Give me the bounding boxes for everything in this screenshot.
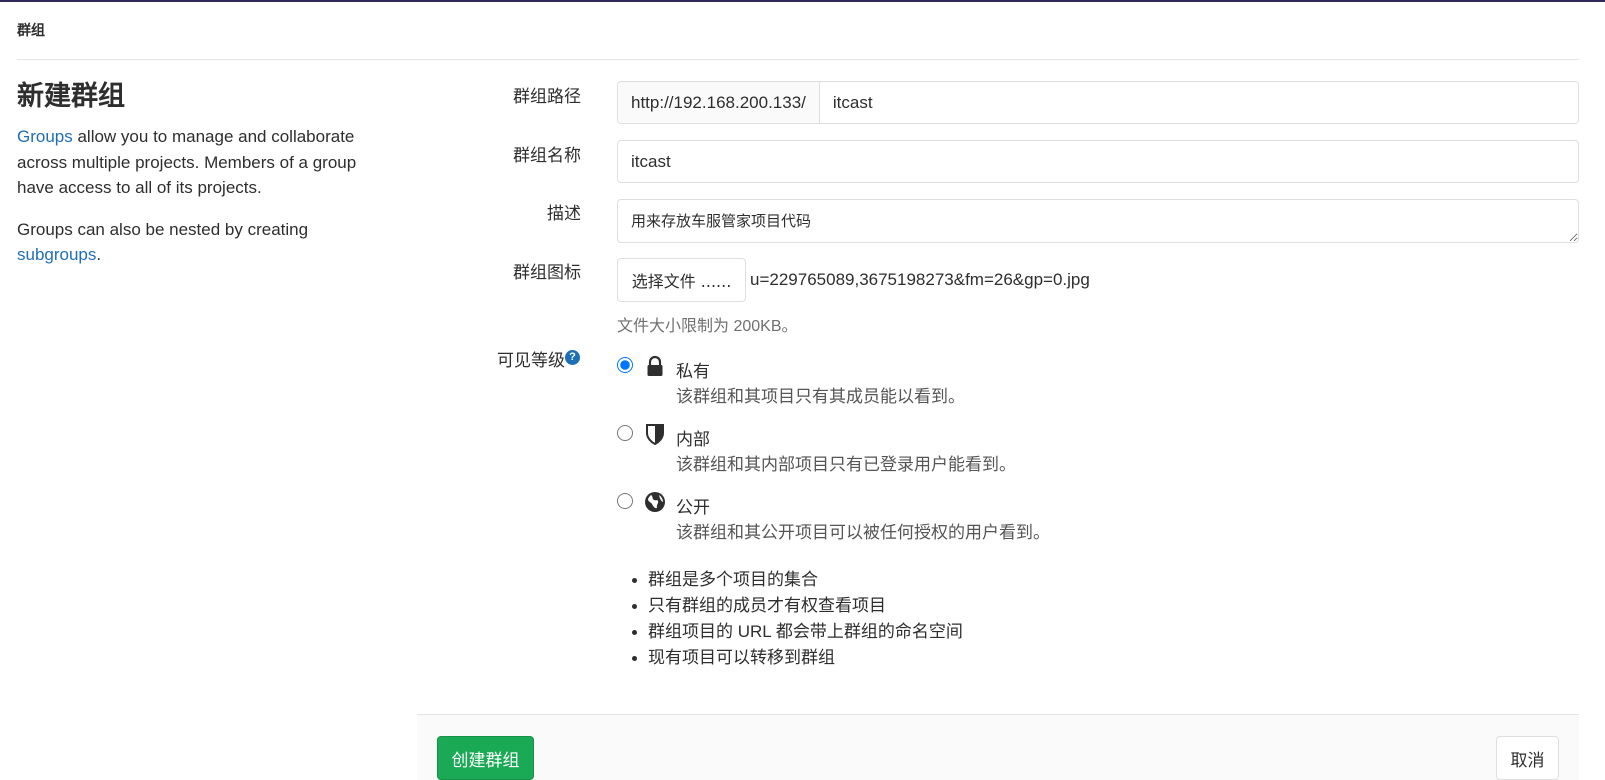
group-path-label: 群组路径: [513, 87, 581, 106]
subgroups-link[interactable]: subgroups: [17, 245, 96, 264]
group-name-label: 群组名称: [513, 146, 581, 165]
visibility-title-private: 私有: [676, 362, 710, 381]
avatar-size-hint: 文件大小限制为 200KB。: [617, 318, 798, 335]
list-item: 群组是多个项目的集合: [632, 567, 963, 593]
visibility-desc-internal: 该群组和其内部项目只有已登录用户能看到。: [676, 455, 1016, 474]
globe-icon: [645, 492, 665, 512]
header-divider: [17, 59, 1579, 60]
list-item: 只有群组的成员才有权查看项目: [632, 593, 963, 619]
visibility-option-internal[interactable]: 内部 该群组和其内部项目只有已登录用户能看到。: [617, 423, 1317, 483]
group-path-input[interactable]: [819, 82, 1578, 123]
help-icon[interactable]: ?: [565, 350, 580, 365]
visibility-label: 可见等级: [497, 351, 565, 370]
groups-link[interactable]: Groups: [17, 127, 73, 146]
description-label: 描述: [547, 204, 581, 223]
nesting-paragraph: Groups can also be nested by creating su…: [17, 217, 377, 268]
group-name-input[interactable]: [617, 140, 1579, 183]
visibility-radio-internal[interactable]: [617, 425, 633, 441]
shield-icon: [646, 424, 664, 445]
visibility-option-public[interactable]: 公开 该群组和其公开项目可以被任何授权的用户看到。: [617, 491, 1317, 551]
list-item: 现有项目可以转移到群组: [632, 645, 963, 671]
nesting-period: .: [96, 245, 102, 264]
nesting-text: Groups can also be nested by creating: [17, 219, 309, 239]
lock-icon: [647, 355, 663, 376]
visibility-desc-private: 该群组和其项目只有其成员能以看到。: [676, 387, 965, 406]
group-path-prefix: http://192.168.200.133/: [618, 82, 820, 123]
group-info-list: 群组是多个项目的集合 只有群组的成员才有权查看项目 群组项目的 URL 都会带上…: [632, 567, 963, 671]
choose-file-button[interactable]: 选择文件 ......: [617, 258, 746, 302]
visibility-desc-public: 该群组和其公开项目可以被任何授权的用户看到。: [676, 523, 1050, 542]
top-border: [0, 0, 1605, 2]
visibility-option-private[interactable]: 私有 该群组和其项目只有其成员能以看到。: [617, 355, 1317, 415]
list-item: 群组项目的 URL 都会带上群组的命名空间: [632, 619, 963, 645]
page-title: 新建群组: [17, 81, 125, 111]
visibility-title-public: 公开: [676, 498, 710, 517]
description-textarea[interactable]: 用来存放车服管家项目代码: [617, 199, 1579, 243]
visibility-radio-public[interactable]: [617, 493, 633, 509]
group-path-field: http://192.168.200.133/: [617, 81, 1579, 124]
intro-panel: 新建群组 Groups allow you to manage and coll…: [17, 78, 377, 284]
visibility-title-internal: 内部: [676, 430, 710, 449]
group-avatar-label: 群组图标: [513, 263, 581, 282]
avatar-filename: u=229765089,3675198273&fm=26&gp=0.jpg: [750, 270, 1090, 289]
visibility-radio-private[interactable]: [617, 357, 633, 373]
breadcrumb[interactable]: 群组: [17, 20, 45, 40]
form-actions: 创建群组 取消: [417, 714, 1579, 780]
intro-paragraph: Groups allow you to manage and collabora…: [17, 124, 377, 201]
cancel-button[interactable]: 取消: [1496, 736, 1559, 780]
create-group-button[interactable]: 创建群组: [437, 736, 534, 780]
